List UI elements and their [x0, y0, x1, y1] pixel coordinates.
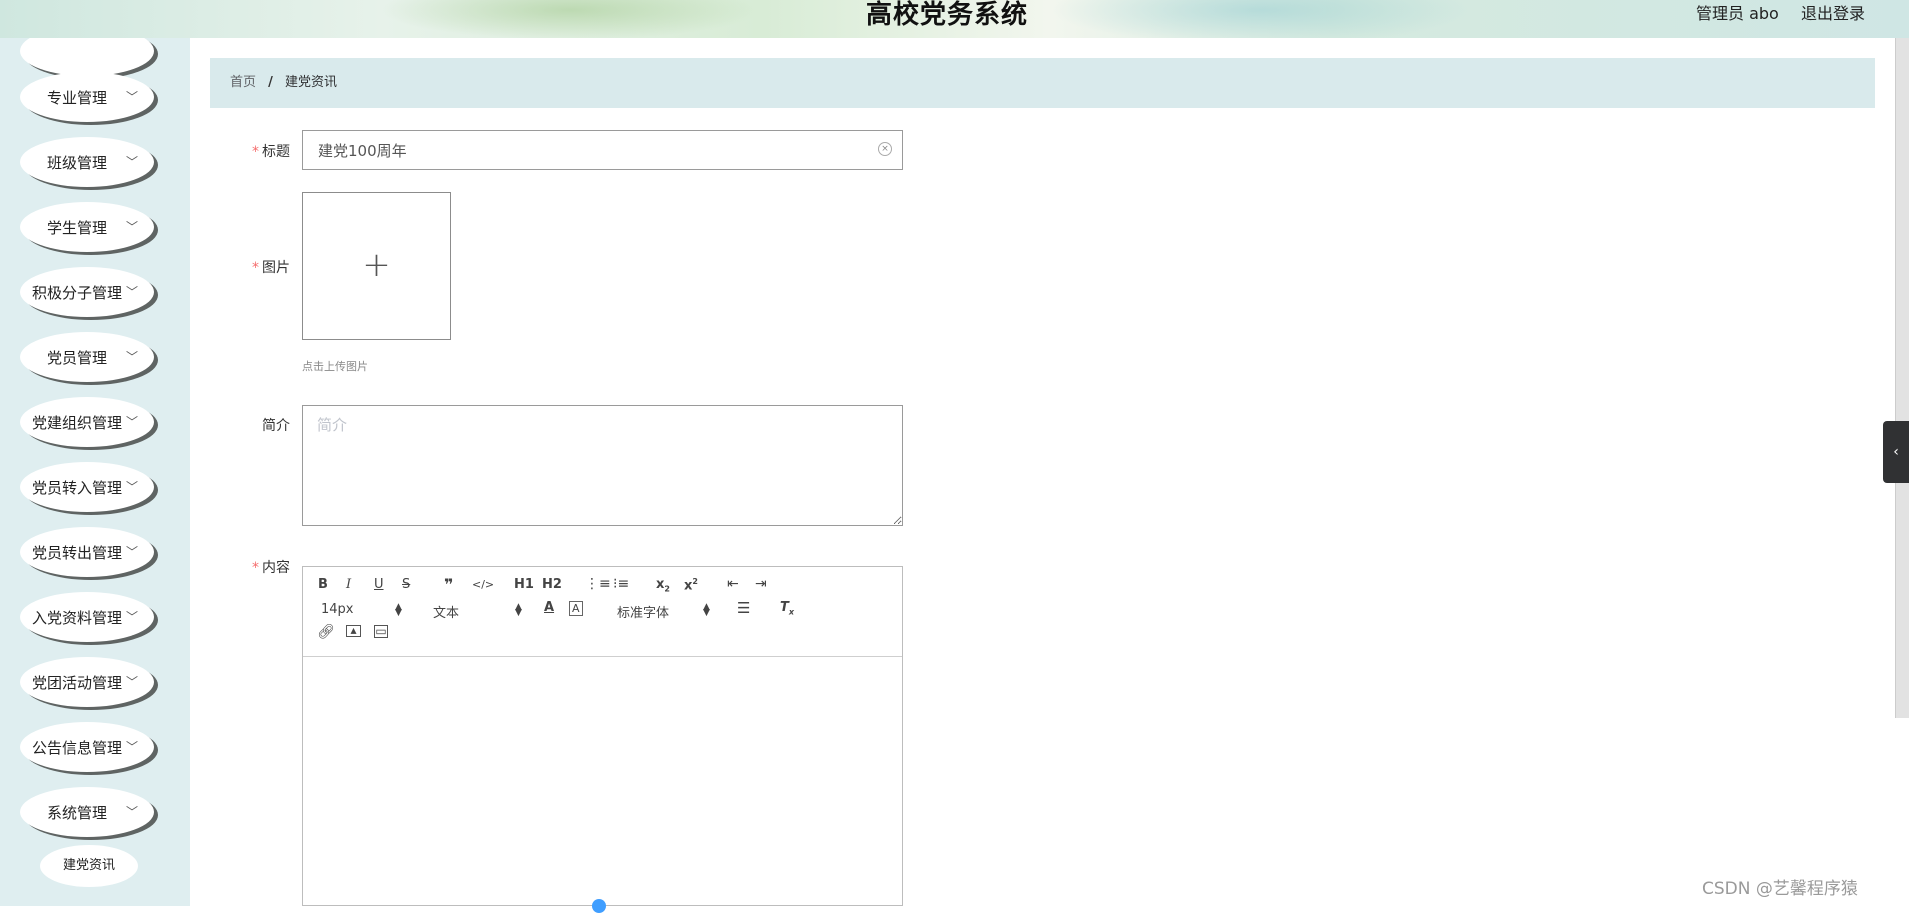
intro-textarea[interactable] [302, 405, 903, 526]
superscript-icon[interactable]: x2 [684, 577, 698, 593]
intro-label: 简介 [262, 418, 290, 434]
chevron-down-icon: ﹀ [125, 480, 138, 494]
chevron-down-icon: ﹀ [125, 545, 138, 559]
heading-2-icon[interactable]: H2 [542, 577, 562, 592]
clear-format-icon[interactable]: Tx [780, 600, 794, 617]
sidebar-item-label: 专业管理 [46, 89, 107, 107]
image-upload-box[interactable]: + [302, 192, 451, 340]
code-icon[interactable]: </> [472, 578, 494, 591]
chevron-down-icon: ﹀ [125, 90, 138, 104]
sidebar-item-activities[interactable]: 党团活动管理 ﹀ [20, 657, 154, 707]
sidebar-item-organization[interactable]: 党建组织管理 ﹀ [20, 397, 154, 447]
sidebar-item-materials[interactable]: 入党资料管理 ﹀ [20, 592, 154, 642]
font-color-icon[interactable]: A [544, 600, 554, 615]
outdent-icon[interactable]: ⇤ [727, 576, 739, 592]
chevron-down-icon: ﹀ [125, 220, 138, 234]
sidebar-item-partial[interactable] [20, 38, 154, 76]
required-mark: * [252, 260, 259, 276]
watermark: CSDN @艺馨程序猿 [1702, 879, 1858, 899]
sidebar-item-label: 积极分子管理 [31, 284, 122, 302]
app-header: 高校党务系统 管理员 abo 退出登录 [0, 0, 1909, 38]
required-mark: * [252, 144, 259, 160]
sidebar-item-label: 公告信息管理 [31, 739, 122, 757]
chevron-down-icon: ﹀ [125, 350, 138, 364]
submenu-item-news[interactable]: 建党资讯 [40, 845, 138, 887]
vertical-scrollbar[interactable] [1895, 38, 1909, 718]
editor-toolbar: B I U S ❞ </> H1 H2 ⋮≡ ⁝≡ x2 x2 ⇤ ⇥ 14px… [303, 567, 902, 657]
chevron-down-icon: ﹀ [125, 285, 138, 299]
strikethrough-icon[interactable]: S [402, 577, 410, 592]
sidebar-item-label: 学生管理 [46, 219, 107, 237]
sidebar-item-label: 系统管理 [46, 804, 107, 822]
sidebar-item-label: 党员转入管理 [31, 479, 122, 497]
image-icon[interactable]: ▴ [346, 624, 361, 637]
content-label: * 内容 [252, 560, 290, 576]
breadcrumb-current: 建党资讯 [285, 75, 338, 90]
sidebar-item-label: 班级管理 [46, 154, 107, 172]
video-icon[interactable]: ▭ [374, 625, 388, 638]
chevron-down-icon: ﹀ [125, 675, 138, 689]
sidebar-item-student[interactable]: 学生管理 ﹀ [20, 202, 154, 252]
chevron-down-icon: ﹀ [125, 805, 138, 819]
bold-icon[interactable]: B [318, 577, 328, 592]
breadcrumb-separator: / [268, 75, 273, 90]
background-color-icon[interactable]: A [569, 601, 583, 616]
breadcrumb: 首页 / 建党资讯 [210, 58, 1875, 108]
sidebar-item-class[interactable]: 班级管理 ﹀ [20, 137, 154, 187]
sidebar-item-announcements[interactable]: 公告信息管理 ﹀ [20, 722, 154, 772]
chevron-down-icon: ﹀ [125, 610, 138, 624]
ordered-list-icon[interactable]: ⋮≡ [585, 576, 611, 592]
sidebar-item-activist[interactable]: 积极分子管理 ﹀ [20, 267, 154, 317]
underline-icon[interactable]: U [374, 577, 384, 592]
sidebar-item-label: 党员管理 [46, 349, 107, 367]
title-label: * 标题 [252, 144, 290, 160]
required-mark: * [252, 560, 259, 576]
header-select[interactable]: 文本 ▲ ▼ [433, 602, 523, 622]
sidebar-item-member[interactable]: 党员管理 ﹀ [20, 332, 154, 382]
breadcrumb-home[interactable]: 首页 [230, 75, 256, 90]
font-size-select[interactable]: 14px ▲ ▼ [321, 602, 406, 618]
clear-icon[interactable]: × [878, 142, 892, 156]
subscript-icon[interactable]: x2 [656, 577, 670, 594]
upload-tip: 点击上传图片 [302, 360, 368, 373]
app-title: 高校党务系统 [866, 0, 1029, 30]
chevron-left-icon[interactable]: ‹ [1883, 421, 1909, 483]
current-user: 管理员 abo [1696, 4, 1779, 23]
chevron-down-icon: ﹀ [125, 415, 138, 429]
sidebar-item-major[interactable]: 专业管理 ﹀ [20, 72, 154, 122]
italic-icon[interactable]: I [346, 577, 351, 592]
align-icon[interactable]: ☰ [737, 599, 750, 617]
sidebar-item-label: 党建组织管理 [31, 414, 122, 432]
bullet-list-icon[interactable]: ⁝≡ [613, 576, 629, 592]
sidebar-item-transfer-in[interactable]: 党员转入管理 ﹀ [20, 462, 154, 512]
sidebar-menu: 专业管理 ﹀ 班级管理 ﹀ 学生管理 ﹀ 积极分子管理 ﹀ 党员管理 ﹀ 党建组… [0, 38, 190, 906]
rich-text-editor[interactable]: B I U S ❞ </> H1 H2 ⋮≡ ⁝≡ x2 x2 ⇤ ⇥ 14px… [302, 566, 903, 906]
blockquote-icon[interactable]: ❞ [444, 575, 453, 594]
link-icon[interactable]: 🔗︎ [317, 624, 335, 640]
font-family-select[interactable]: 标准字体 ▲ ▼ [617, 602, 712, 622]
sidebar-item-label: 入党资料管理 [31, 609, 122, 627]
heading-1-icon[interactable]: H1 [514, 577, 534, 592]
plus-icon: + [362, 245, 391, 285]
image-label: * 图片 [252, 260, 290, 276]
sidebar-item-label: 党团活动管理 [31, 674, 122, 692]
sidebar-item-system[interactable]: 系统管理 ﹀ [20, 787, 154, 837]
sidebar-item-transfer-out[interactable]: 党员转出管理 ﹀ [20, 527, 154, 577]
scroll-indicator [592, 899, 606, 913]
indent-icon[interactable]: ⇥ [755, 576, 767, 592]
chevron-down-icon: ﹀ [125, 155, 138, 169]
logout-link[interactable]: 退出登录 [1801, 0, 1865, 24]
title-input[interactable] [302, 130, 903, 170]
sidebar-item-label: 党员转出管理 [31, 544, 122, 562]
chevron-down-icon: ﹀ [125, 740, 138, 754]
